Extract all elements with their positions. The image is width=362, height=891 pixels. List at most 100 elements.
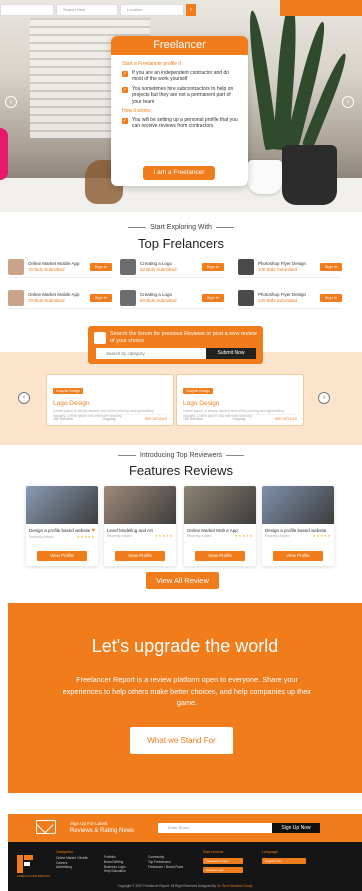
heart-icon[interactable]: ♥	[91, 528, 95, 534]
freelancer-item[interactable]: Photoshop Flyer Design 100 Bids Submitted…	[238, 256, 342, 278]
footer-link[interactable]: Brand Writing	[104, 860, 126, 865]
upgrade-body: Freelancer Report is a review platform o…	[62, 675, 312, 707]
review-login-button[interactable]: Review Login	[203, 867, 243, 873]
reviewer-card: Online Market Mob e App Recently Added ★★★…	[184, 486, 256, 566]
explore-eyebrow: Start Exploring With	[0, 224, 362, 231]
footer-link[interactable]: Online Market / Mobile	[56, 856, 88, 861]
freelancer-signin-button[interactable]: Sign In	[320, 262, 342, 271]
freelancer-bids: 60 Bids Submitted	[140, 266, 177, 272]
footer-link[interactable]: Advertising	[56, 865, 88, 870]
search-go-button[interactable]: ›	[186, 4, 196, 16]
view-all-review-button[interactable]: View All Review	[146, 572, 219, 589]
checkbox-icon[interactable]: ✓	[122, 86, 128, 93]
footer-link[interactable]: Freelancer / Brand Plans	[148, 865, 183, 870]
hero-plant-pot	[282, 145, 337, 205]
reviewer-title: Online Market Mob e App	[187, 528, 238, 533]
card-title: Freelancer	[111, 36, 248, 55]
top-search-bar: Search Here Location ›	[0, 4, 280, 16]
freelancer-signin-button[interactable]: Sign In	[90, 293, 112, 302]
newsletter-line2: Reviews & Rating News	[70, 828, 135, 834]
search-input[interactable]: Search Here	[56, 4, 118, 16]
location-input[interactable]: Location	[120, 4, 184, 16]
newsletter-email-input[interactable]: Enter Email	[158, 823, 272, 833]
reviewer-card: Level Modeling and Art Recently Added ★★★★…	[104, 486, 176, 566]
forum-search-box: Search the forum for previous Reviews or…	[88, 326, 263, 364]
review-name: Logo Design	[53, 400, 90, 407]
footer-link[interactable]: Help Education	[104, 869, 126, 874]
review-tag: Graphic Design	[183, 388, 214, 394]
check-item[interactable]: ✓ If you are an independent contractor an…	[122, 70, 239, 83]
review-name: Logo Design	[183, 400, 220, 407]
freelancer-photo	[120, 258, 136, 275]
freelancer-photo	[238, 289, 254, 306]
reviewer-title: Design a profile based website	[265, 528, 327, 533]
view-profile-button[interactable]: View Profile	[37, 551, 87, 561]
freelancer-signin-button[interactable]: Sign In	[202, 262, 224, 271]
footer-col-3: Community Top Freelancers Freelancer / B…	[148, 855, 183, 869]
freelancer-login-button[interactable]: Freelancer Login	[203, 858, 243, 864]
feedback-tab[interactable]	[0, 128, 8, 180]
reviewer-author: Recently Added	[107, 534, 132, 538]
reviewer-image	[262, 486, 334, 524]
how-it-works: How it works:	[122, 108, 152, 115]
see-details-link[interactable]: SEE DETAILS	[275, 417, 297, 421]
freelancer-card: Freelancer Start a Freelancer profile if…	[111, 36, 248, 186]
header-action-area[interactable]	[280, 0, 362, 16]
card-question: Start a Freelancer profile if :	[122, 61, 184, 67]
freelancer-signin-button[interactable]: Sign In	[202, 293, 224, 302]
view-profile-button[interactable]: View Profile	[195, 551, 245, 561]
freelancer-signin-button[interactable]: Sign In	[90, 262, 112, 271]
review-card[interactable]: Graphic Design Logo Design Lorem ipsum is …	[46, 374, 174, 426]
forum-submit-button[interactable]: Submit Now	[206, 348, 256, 359]
footer-col-2: Portfolio Brand Writing Business Login H…	[104, 855, 126, 874]
rating-stars-icon: ★★★★★	[154, 534, 173, 538]
freelancer-bids: 70 Bids Submitted	[28, 297, 65, 303]
copyright: Copyright © 2007 Freelancer Report. All …	[117, 884, 253, 888]
freelancer-item[interactable]: Creating a Logo 60 Bids Submitted Sign In	[120, 287, 224, 309]
check-item[interactable]: ✓ You will be setting up a personal profi…	[122, 117, 239, 130]
reviewer-author: Recently Added	[29, 535, 54, 539]
hero-next-icon[interactable]: ›	[342, 96, 354, 108]
checkbox-icon[interactable]: ✓	[122, 71, 128, 77]
freelancer-bids: 70 Bids Submitted	[28, 266, 65, 272]
see-details-link[interactable]: SEE DETAILS	[145, 417, 167, 421]
upgrade-title: Let's upgrade the world	[91, 636, 279, 656]
newsletter-line1: Sign Up For Latest	[70, 821, 108, 826]
view-profile-button[interactable]: View Profile	[115, 551, 165, 561]
reviewer-author: Recently Added	[187, 534, 212, 538]
reviews-next-icon[interactable]: ›	[318, 392, 330, 404]
freelancer-item[interactable]: Photoshop Flyer Design 100 Bids Submitted…	[238, 287, 342, 309]
freelancer-cta-button[interactable]: I am a Freelancer	[143, 166, 215, 180]
footer-logo[interactable]	[17, 855, 33, 873]
reviewer-title: Level Modeling and Art	[107, 528, 153, 533]
upgrade-section: Let's upgrade the world Freelancer Repor…	[8, 603, 362, 793]
newsletter-signup-button[interactable]: Sign Up Now	[272, 823, 320, 833]
freelancer-item[interactable]: Online Market Mobile App 70 Bids Submitte…	[8, 287, 112, 309]
freelancer-item[interactable]: Online Market Mobile App 70 Bids Submitte…	[8, 256, 112, 278]
language-select[interactable]: English (UK)	[262, 858, 306, 864]
reviewer-image	[26, 486, 98, 524]
view-profile-button[interactable]: View Profile	[273, 551, 323, 561]
checkbox-icon[interactable]: ✓	[122, 118, 128, 125]
reviewer-title: Design a profile based website	[29, 528, 91, 533]
footer-col-language: Language	[262, 850, 278, 854]
reviews-prev-icon[interactable]: ‹	[18, 392, 30, 404]
hero-prev-icon[interactable]: ‹	[5, 96, 17, 108]
review-status: Ongoing	[102, 417, 116, 421]
category-select[interactable]	[0, 4, 54, 16]
rating-stars-icon: ★★★★★	[76, 535, 95, 539]
envelope-icon	[36, 820, 56, 834]
reviewers-eyebrow: Introducing Top Reviewers	[0, 452, 362, 459]
rating-stars-icon: ★★★★★	[312, 534, 331, 538]
forum-search-input[interactable]	[96, 348, 206, 359]
what-we-stand-for-button[interactable]: What we Stand For	[130, 727, 233, 754]
reviewer-card: Design a profile based website ♥ Recently …	[26, 486, 98, 566]
review-tag: Graphic Design	[53, 388, 84, 394]
rating-stars-icon: ★★★★★	[234, 534, 253, 538]
freelancer-signin-button[interactable]: Sign In	[320, 293, 342, 302]
review-card[interactable]: Graphic Design Logo Design Lorem ipsum is …	[176, 374, 304, 426]
freelancer-photo	[8, 289, 24, 306]
freelancer-item[interactable]: Creating a Logo 60 Bids Submitted Sign In	[120, 256, 224, 278]
check-item[interactable]: ✓ You sometimes hire subcontractors to he…	[122, 86, 239, 105]
explore-title: Top Frelancers	[138, 236, 224, 251]
